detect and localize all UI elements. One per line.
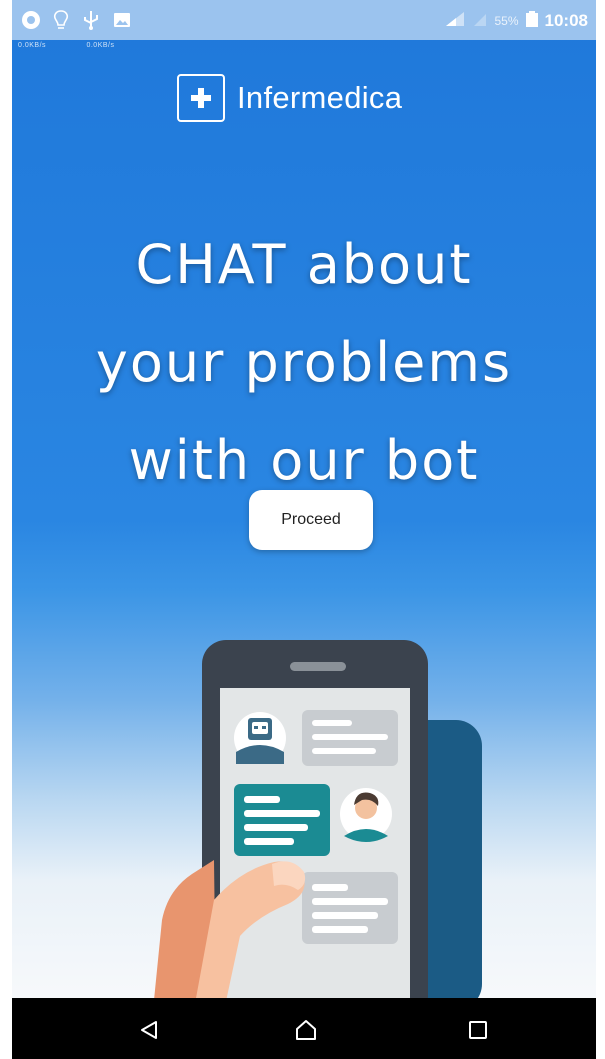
headline: CHAT about your problems with our bot — [12, 216, 596, 510]
user-avatar — [340, 788, 392, 842]
status-right: 55% 10:08 — [444, 10, 588, 32]
proceed-button[interactable]: Proceed — [249, 490, 373, 550]
plus-icon — [177, 74, 225, 122]
brand-name: Infermedica — [237, 80, 403, 115]
headline-line: your problems — [95, 331, 513, 394]
app-screen: 55% 10:08 0.0KB/s 0.0KB/s Infermedica CH… — [12, 0, 596, 1059]
chatbot-phone-illustration — [154, 640, 482, 1000]
image-icon — [112, 9, 132, 36]
chat-bubble-user — [234, 784, 330, 856]
headline-line: CHAT about — [135, 233, 473, 296]
back-icon[interactable] — [127, 1008, 171, 1052]
system-nav-bar — [12, 998, 596, 1059]
battery-percent: 55% — [494, 14, 519, 28]
signal-icon — [444, 10, 466, 33]
network-speeds: 0.0KB/s 0.0KB/s — [18, 42, 152, 49]
phone-speaker — [290, 662, 346, 671]
upload-speed: 0.0KB/s — [86, 42, 115, 49]
chrome-icon — [20, 9, 42, 36]
clock: 10:08 — [544, 11, 588, 30]
chat-bubble-bot — [302, 710, 398, 766]
home-icon[interactable] — [284, 1008, 328, 1052]
recents-icon[interactable] — [456, 1008, 500, 1052]
chat-bubble-bot — [302, 872, 398, 944]
brand-logo: Infermedica — [177, 70, 402, 126]
download-speed: 0.0KB/s — [18, 42, 47, 49]
status-bar: 55% 10:08 — [12, 0, 596, 40]
usb-icon — [82, 9, 100, 36]
bulb-icon — [52, 9, 70, 36]
wifi-icon — [472, 10, 488, 33]
bot-avatar — [234, 712, 286, 764]
battery-icon — [525, 10, 539, 33]
